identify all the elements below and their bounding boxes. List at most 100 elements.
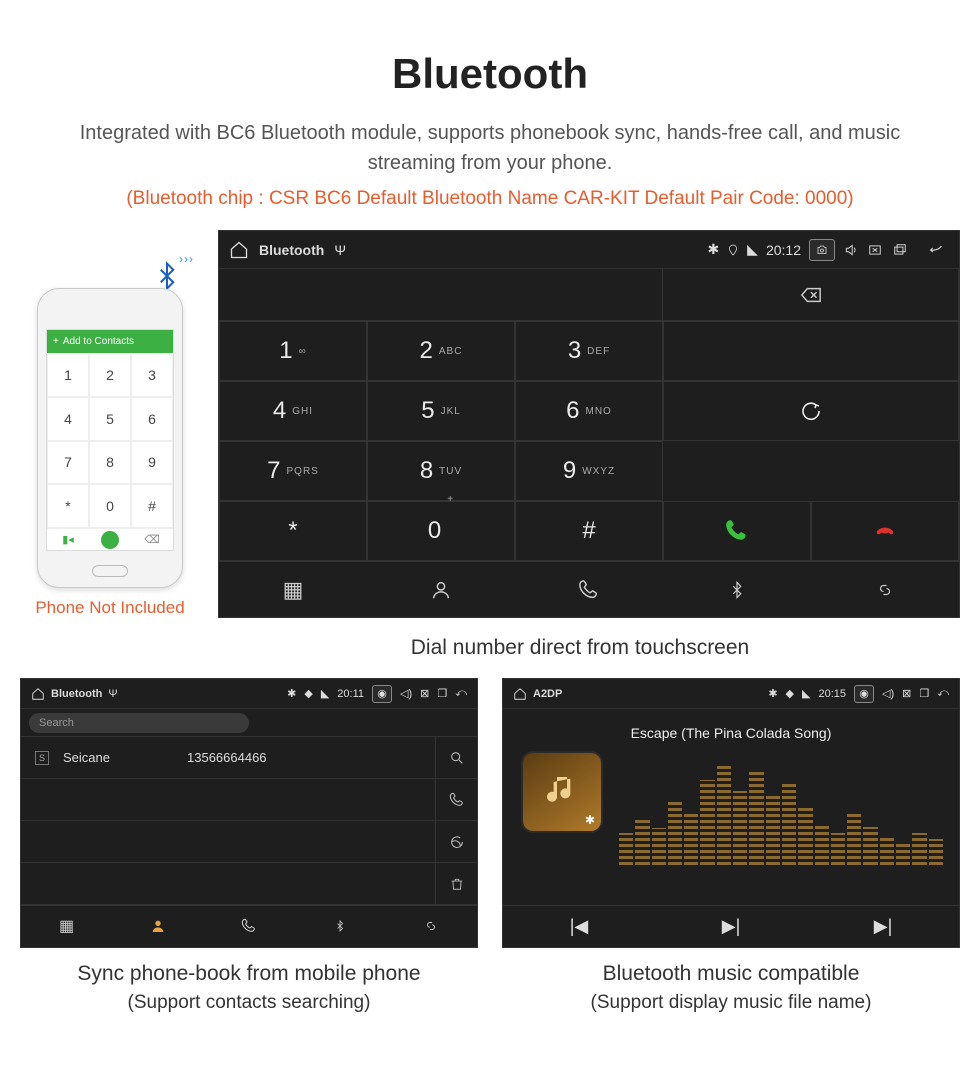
wifi-icon: ◣ xyxy=(747,241,758,258)
backspace-icon: ⌫ xyxy=(131,529,173,550)
phone-app-header: + Add to Contacts xyxy=(47,330,173,353)
tab-bluetooth[interactable] xyxy=(295,906,386,945)
volume-icon[interactable]: ◁) xyxy=(400,687,412,700)
status-bar: Bluetooth Ψ ✱ ◣ 20:12 xyxy=(219,231,959,269)
key-hash[interactable]: # xyxy=(515,501,663,561)
bluetooth-status-icon: ✱ xyxy=(287,687,296,700)
side-call-button[interactable] xyxy=(435,779,477,821)
key-1[interactable]: 1∞ xyxy=(219,321,367,381)
home-button xyxy=(92,565,128,577)
contact-number: 13566664466 xyxy=(187,750,267,765)
phone-keypad: 123 456 789 *0# xyxy=(47,353,173,528)
wifi-icon: ◣ xyxy=(802,687,810,700)
page-title: Bluetooth xyxy=(10,50,970,98)
status-app-name: Bluetooth xyxy=(51,688,102,700)
backspace-button[interactable] xyxy=(663,269,959,320)
empty-key xyxy=(663,321,959,381)
bluetooth-status-icon: ✱ xyxy=(768,687,777,700)
add-icon: + xyxy=(53,336,59,347)
status-time: 20:15 xyxy=(818,688,846,700)
tab-pair[interactable] xyxy=(386,906,477,945)
video-icon: ▮◂ xyxy=(47,529,89,550)
phone-header-text: Add to Contacts xyxy=(63,336,134,347)
location-icon: ◆ xyxy=(786,687,794,700)
tab-keypad[interactable]: ▦ xyxy=(21,906,112,945)
key-0[interactable]: 0+ xyxy=(367,501,515,561)
tab-contacts[interactable] xyxy=(112,906,203,945)
contacts-caption: Sync phone-book from mobile phone xyxy=(20,962,478,986)
key-2[interactable]: 2ABC xyxy=(367,321,515,381)
track-title: Escape (The Pina Colada Song) xyxy=(631,725,832,741)
screenshot-icon[interactable] xyxy=(809,239,835,261)
side-delete-button[interactable] xyxy=(435,863,477,905)
music-caption: Bluetooth music compatible xyxy=(502,962,960,986)
key-3[interactable]: 3DEF xyxy=(515,321,663,381)
back-icon[interactable] xyxy=(923,242,949,258)
close-screen-icon[interactable]: ⊠ xyxy=(420,687,429,700)
key-7[interactable]: 7PQRS xyxy=(219,441,367,501)
contact-badge: S xyxy=(35,751,49,765)
tab-keypad[interactable]: ▦ xyxy=(219,562,367,617)
table-row xyxy=(21,821,435,863)
hangup-button[interactable] xyxy=(811,501,959,561)
table-row xyxy=(21,863,435,905)
usb-icon: Ψ xyxy=(108,688,117,700)
tab-contacts[interactable] xyxy=(367,562,515,617)
music-sub-caption: (Support display music file name) xyxy=(502,992,960,1014)
home-icon[interactable] xyxy=(513,687,527,701)
table-row xyxy=(21,779,435,821)
status-time: 20:12 xyxy=(766,242,801,258)
side-search-button[interactable] xyxy=(435,737,477,779)
call-icon xyxy=(101,531,119,549)
home-icon[interactable] xyxy=(229,240,249,260)
contact-name: Seicane xyxy=(63,750,173,765)
recent-apps-icon[interactable]: ❐ xyxy=(437,687,447,700)
tab-pair[interactable] xyxy=(811,562,959,617)
volume-icon[interactable] xyxy=(843,243,859,257)
dialer-caption: Dial number direct from touchscreen xyxy=(190,636,970,660)
home-icon[interactable] xyxy=(31,687,45,701)
phone-mockup: ››› + Add to Contacts 123 456 789 *0# ▮◂ xyxy=(20,278,200,618)
usb-icon: Ψ xyxy=(334,242,346,258)
next-button[interactable]: ▶| xyxy=(807,906,959,947)
bluetooth-status-icon: ✱ xyxy=(707,241,719,258)
screenshot-icon[interactable]: ◉ xyxy=(854,685,874,703)
status-app-name: A2DP xyxy=(533,688,562,700)
album-art: ✱ xyxy=(523,753,601,831)
dial-keypad: 1∞ 2ABC 3DEF 4GHI 5JKL 6MNO 7PQRS 8TUV 9… xyxy=(219,321,959,501)
key-9[interactable]: 9WXYZ xyxy=(515,441,663,501)
back-icon[interactable]: ⤺ xyxy=(455,687,467,700)
tab-bluetooth[interactable] xyxy=(663,562,811,617)
search-input[interactable]: Search xyxy=(29,713,249,733)
table-row[interactable]: S Seicane 13566664466 xyxy=(21,737,435,779)
back-icon[interactable]: ⤺ xyxy=(937,687,949,700)
tab-calllog[interactable] xyxy=(203,906,294,945)
recent-apps-icon[interactable]: ❐ xyxy=(919,687,929,700)
tab-calllog[interactable] xyxy=(515,562,663,617)
play-pause-button[interactable]: ▶| xyxy=(655,906,807,947)
key-6[interactable]: 6MNO xyxy=(515,381,663,441)
close-screen-icon[interactable]: ⊠ xyxy=(902,687,911,700)
status-app-name: Bluetooth xyxy=(259,242,324,258)
key-5[interactable]: 5JKL xyxy=(367,381,515,441)
call-button[interactable] xyxy=(663,501,811,561)
recent-apps-icon[interactable] xyxy=(891,243,909,257)
key-star[interactable]: * xyxy=(219,501,367,561)
screenshot-icon[interactable]: ◉ xyxy=(372,685,392,703)
key-4[interactable]: 4GHI xyxy=(219,381,367,441)
signal-waves-icon: ››› xyxy=(179,252,194,266)
redial-button[interactable] xyxy=(663,381,959,441)
music-panel: A2DP ✱ ◆ ◣ 20:15 ◉ ◁) ⊠ ❐ ⤺ Escape (The … xyxy=(502,678,960,948)
visualizer xyxy=(619,759,943,865)
spec-line: (Bluetooth chip : CSR BC6 Default Blueto… xyxy=(10,188,970,210)
volume-icon[interactable]: ◁) xyxy=(882,687,894,700)
prev-button[interactable]: |◀ xyxy=(503,906,655,947)
location-icon xyxy=(727,243,739,257)
key-8[interactable]: 8TUV xyxy=(367,441,515,501)
contacts-panel: Bluetooth Ψ ✱ ◆ ◣ 20:11 ◉ ◁) ⊠ ❐ ⤺ Searc… xyxy=(20,678,478,948)
dialer-unit: Bluetooth Ψ ✱ ◣ 20:12 xyxy=(218,230,960,618)
contacts-sub-caption: (Support contacts searching) xyxy=(20,992,478,1014)
phone-note: Phone Not Included xyxy=(20,598,200,618)
side-sync-button[interactable] xyxy=(435,821,477,863)
close-screen-icon[interactable] xyxy=(867,243,883,257)
